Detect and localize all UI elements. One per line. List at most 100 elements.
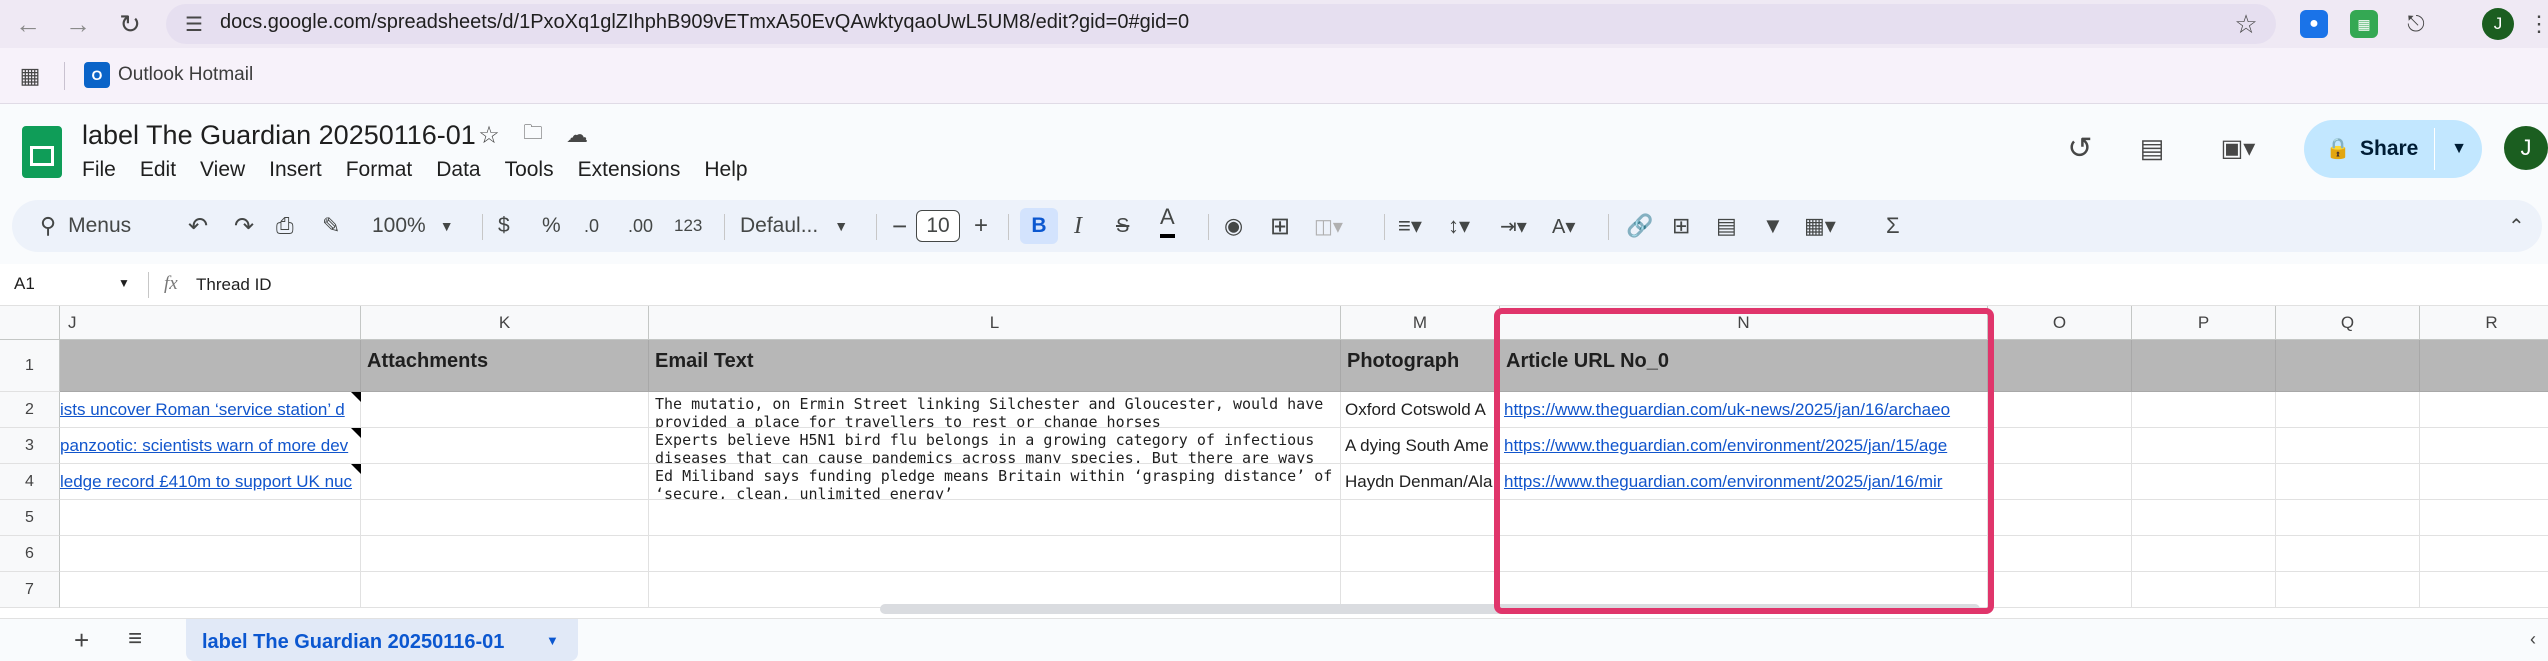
table-cell-title[interactable]: panzootic: scientists warn of more dev xyxy=(60,428,361,464)
article-url-link[interactable]: https://www.theguardian.com/environment/… xyxy=(1504,472,1942,491)
select-all-corner[interactable] xyxy=(0,306,60,340)
menu-file[interactable]: File xyxy=(82,158,116,182)
share-button[interactable]: 🔒 Share ▼ xyxy=(2304,120,2482,178)
apps-grid-icon[interactable]: ▦ xyxy=(14,60,46,92)
meet-camera-icon[interactable]: ▣▾ xyxy=(2210,128,2266,168)
horizontal-scrollbar[interactable] xyxy=(880,604,1980,614)
note-marker[interactable] xyxy=(351,392,361,402)
sheets-logo-icon[interactable] xyxy=(22,126,62,178)
header-cell-p[interactable] xyxy=(2132,340,2276,392)
chevron-down-icon[interactable]: ▼ xyxy=(546,633,559,648)
empty-cells-area[interactable] xyxy=(60,500,2548,608)
outlook-icon[interactable]: O xyxy=(84,62,110,88)
menu-tools[interactable]: Tools xyxy=(505,158,554,182)
row-header-7[interactable]: 7 xyxy=(0,572,60,608)
all-sheets-button[interactable]: ≡ xyxy=(128,625,142,653)
profile-avatar[interactable]: J xyxy=(2482,8,2514,40)
increase-decimal-button[interactable]: .00 xyxy=(628,200,653,252)
column-header-r[interactable]: R xyxy=(2420,306,2548,340)
more-formats-button[interactable]: 123 xyxy=(674,200,702,252)
column-header-j[interactable]: J xyxy=(60,306,361,340)
zoom-select[interactable]: 100% ▼ xyxy=(372,200,454,252)
row-header-6[interactable]: 6 xyxy=(0,536,60,572)
article-url-link[interactable]: https://www.theguardian.com/uk-news/2025… xyxy=(1504,400,1950,419)
text-rotation-icon[interactable]: A▾ xyxy=(1552,200,1575,252)
cloud-status-icon[interactable]: ☁ xyxy=(562,120,592,150)
note-marker[interactable] xyxy=(351,428,361,438)
extension-sheet-icon[interactable]: ▦ xyxy=(2350,10,2378,38)
font-select[interactable]: Defaul... ▼ xyxy=(740,200,848,252)
scroll-tabs-left-icon[interactable]: ‹ xyxy=(2530,629,2536,650)
header-cell-o[interactable] xyxy=(1988,340,2132,392)
table-cell-photograph[interactable]: Haydn Denman/Ala xyxy=(1341,464,1500,500)
row-header-5[interactable]: 5 xyxy=(0,500,60,536)
article-url-link[interactable]: https://www.theguardian.com/environment/… xyxy=(1504,436,1947,455)
name-box[interactable]: A1 ▼ xyxy=(14,274,134,298)
site-settings-icon[interactable]: ☰ xyxy=(178,8,210,40)
title-link[interactable]: panzootic: scientists warn of more dev xyxy=(60,436,348,455)
menu-extensions[interactable]: Extensions xyxy=(578,158,681,182)
column-header-o[interactable]: O xyxy=(1988,306,2132,340)
insert-comment-icon[interactable]: ⊞ xyxy=(1672,200,1690,252)
account-avatar[interactable]: J xyxy=(2504,126,2548,170)
undo-icon[interactable]: ↶ xyxy=(188,200,208,252)
vertical-align-icon[interactable]: ↕▾ xyxy=(1448,200,1470,252)
italic-button[interactable]: I xyxy=(1074,200,1082,252)
menu-data[interactable]: Data xyxy=(436,158,480,182)
column-header-q[interactable]: Q xyxy=(2276,306,2420,340)
menu-edit[interactable]: Edit xyxy=(140,158,176,182)
header-cell-j[interactable] xyxy=(60,340,361,392)
horizontal-align-icon[interactable]: ≡▾ xyxy=(1398,200,1422,252)
header-cell-q[interactable] xyxy=(2276,340,2420,392)
strikethrough-icon[interactable]: S xyxy=(1116,200,1129,252)
empty-cells-right[interactable] xyxy=(1988,392,2548,500)
decrease-decimal-button[interactable]: .0 xyxy=(584,200,599,252)
filter-icon[interactable]: ▼ xyxy=(1762,200,1784,252)
percent-button[interactable]: % xyxy=(542,200,561,252)
search-menus[interactable]: ⚲ Menus xyxy=(40,200,131,252)
table-cell-photograph[interactable]: Oxford Cotswold A xyxy=(1341,392,1500,428)
column-header-l[interactable]: L xyxy=(649,306,1341,340)
row-header-2[interactable]: 2 xyxy=(0,392,60,428)
collapse-toolbar-icon[interactable]: ⌃ xyxy=(2508,200,2525,252)
extension-globe-icon[interactable]: ● xyxy=(2300,10,2328,38)
table-cell-attachments[interactable] xyxy=(361,392,649,428)
table-cell-photograph[interactable]: A dying South Ame xyxy=(1341,428,1500,464)
header-cell-r[interactable] xyxy=(2420,340,2548,392)
document-title[interactable]: label The Guardian 20250116-01 xyxy=(82,120,476,151)
table-cell-article-url[interactable]: https://www.theguardian.com/environment/… xyxy=(1500,428,1988,464)
font-size-decrease-icon[interactable]: − xyxy=(892,200,907,252)
table-cell-title[interactable]: ists uncover Roman ‘service station’ d xyxy=(60,392,361,428)
row-header-4[interactable]: 4 xyxy=(0,464,60,500)
borders-icon[interactable]: ⊞ xyxy=(1270,200,1290,252)
table-cell-email-text[interactable]: Experts believe H5N1 bird flu belongs in… xyxy=(649,428,1341,464)
header-cell-article-url[interactable]: Article URL No_0 xyxy=(1500,340,1988,392)
paint-format-icon[interactable]: ✎ xyxy=(322,200,340,252)
menu-view[interactable]: View xyxy=(200,158,245,182)
title-link[interactable]: ists uncover Roman ‘service station’ d xyxy=(60,400,345,419)
column-header-p[interactable]: P xyxy=(2132,306,2276,340)
menu-help[interactable]: Help xyxy=(704,158,747,182)
comments-icon[interactable]: ▤ xyxy=(2132,128,2172,168)
header-cell-email-text[interactable]: Email Text xyxy=(649,340,1341,392)
filter-views-icon[interactable]: ▦▾ xyxy=(1804,200,1836,252)
add-sheet-button[interactable]: + xyxy=(74,625,89,656)
currency-button[interactable]: $ xyxy=(498,200,510,252)
fill-color-icon[interactable]: ◉ xyxy=(1224,200,1243,252)
column-header-m[interactable]: M xyxy=(1341,306,1500,340)
menu-format[interactable]: Format xyxy=(346,158,413,182)
font-size-increase-icon[interactable]: + xyxy=(974,200,988,252)
version-history-icon[interactable]: ↺ xyxy=(2060,128,2100,168)
table-cell-email-text[interactable]: Ed Miliband says funding pledge means Br… xyxy=(649,464,1341,500)
url-text[interactable]: docs.google.com/spreadsheets/d/1PxoXq1gl… xyxy=(220,11,1189,34)
table-cell-attachments[interactable] xyxy=(361,428,649,464)
sheet-tab-active[interactable]: label The Guardian 20250116-01 ▼ xyxy=(186,619,578,661)
functions-icon[interactable]: Σ xyxy=(1886,200,1900,252)
header-cell-attachments[interactable]: Attachments xyxy=(361,340,649,392)
browser-menu-icon[interactable]: ⋮ xyxy=(2528,8,2548,40)
print-icon[interactable]: ⎙ xyxy=(276,200,294,252)
reload-icon[interactable]: ↻ xyxy=(112,6,148,42)
star-icon[interactable]: ☆ xyxy=(474,120,504,150)
text-wrapping-icon[interactable]: ⇥▾ xyxy=(1500,200,1527,252)
text-color-icon[interactable]: A xyxy=(1160,200,1175,238)
